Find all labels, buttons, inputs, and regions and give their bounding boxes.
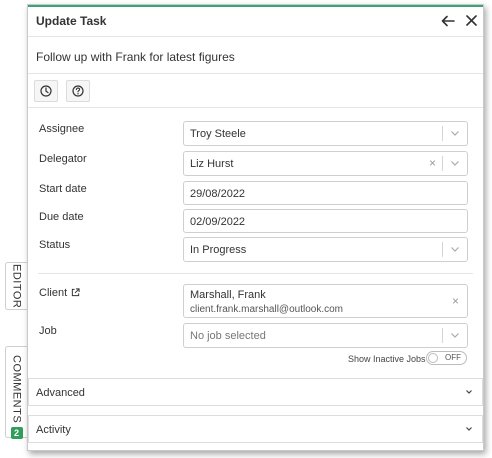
- client-label-text: Client: [39, 287, 68, 299]
- select-separator: [442, 126, 443, 141]
- activity-section-title: Activity: [36, 424, 71, 436]
- client-label: Client: [39, 287, 80, 299]
- arrow-left-icon: [441, 15, 455, 27]
- client-select[interactable]: Marshall, Frank client.frank.marshall@ou…: [183, 284, 468, 318]
- history-button[interactable]: [34, 80, 58, 102]
- tab-comments-label: COMMENTS: [10, 355, 23, 424]
- task-subject: Follow up with Frank for latest figures: [36, 50, 235, 64]
- back-button[interactable]: [439, 11, 457, 31]
- chevron-down-icon: [451, 333, 459, 338]
- chevron-down-icon: [451, 131, 459, 136]
- help-icon: [72, 85, 84, 97]
- start-date-value: 29/08/2022: [190, 188, 246, 200]
- chevron-down-icon: [451, 161, 459, 166]
- due-date-value: 02/09/2022: [190, 216, 246, 228]
- job-select[interactable]: No job selected: [183, 323, 468, 348]
- panel-header: Update Task: [28, 7, 483, 37]
- clear-delegator-icon[interactable]: ×: [429, 157, 436, 169]
- select-separator: [442, 328, 443, 343]
- assignee-select[interactable]: Troy Steele: [183, 121, 468, 146]
- toggle-knob: [428, 353, 438, 363]
- status-label: Status: [39, 239, 71, 251]
- assignee-label: Assignee: [39, 123, 85, 135]
- clock-icon: [40, 85, 52, 97]
- due-date-label: Due date: [39, 211, 84, 223]
- chevron-down-icon: [466, 427, 472, 431]
- divider: [28, 107, 483, 108]
- tab-comments[interactable]: COMMENTS 2: [5, 346, 27, 440]
- tab-editor-label: EDITOR: [10, 263, 23, 309]
- comments-count-badge: 2: [10, 427, 23, 440]
- advanced-section-title: Advanced: [36, 387, 85, 399]
- panel-title: Update Task: [36, 14, 107, 28]
- help-button[interactable]: [66, 80, 90, 102]
- assignee-value: Troy Steele: [190, 128, 246, 140]
- toggle-state: OFF: [445, 353, 461, 362]
- tab-editor[interactable]: EDITOR: [5, 262, 27, 310]
- divider: [38, 273, 473, 274]
- select-separator: [442, 156, 443, 171]
- job-placeholder: No job selected: [190, 330, 266, 342]
- activity-section[interactable]: Activity: [28, 415, 483, 443]
- update-task-panel: Update Task Follow up with Frank for lat…: [27, 4, 484, 451]
- due-date-input[interactable]: 02/09/2022: [183, 209, 468, 233]
- client-name: Marshall, Frank: [190, 289, 266, 301]
- close-icon: [465, 15, 477, 26]
- clear-client-icon[interactable]: ×: [452, 294, 459, 308]
- close-button[interactable]: [462, 11, 480, 31]
- select-separator: [442, 242, 443, 257]
- advanced-section[interactable]: Advanced: [28, 378, 483, 406]
- start-date-label: Start date: [39, 183, 87, 195]
- status-value: In Progress: [190, 244, 247, 256]
- show-inactive-jobs-label: Show Inactive Jobs: [348, 354, 426, 364]
- external-link-icon[interactable]: [71, 288, 80, 297]
- job-label: Job: [39, 325, 57, 337]
- delegator-value: Liz Hurst: [190, 158, 234, 170]
- client-email: client.frank.marshall@outlook.com: [190, 304, 343, 315]
- status-select[interactable]: In Progress: [183, 237, 468, 262]
- chevron-down-icon: [451, 247, 459, 252]
- show-inactive-jobs-toggle[interactable]: OFF: [426, 351, 467, 365]
- delegator-label: Delegator: [39, 153, 87, 165]
- delegator-select[interactable]: Liz Hurst ×: [183, 151, 468, 176]
- start-date-input[interactable]: 29/08/2022: [183, 181, 468, 205]
- divider: [28, 73, 483, 74]
- chevron-down-icon: [466, 390, 472, 394]
